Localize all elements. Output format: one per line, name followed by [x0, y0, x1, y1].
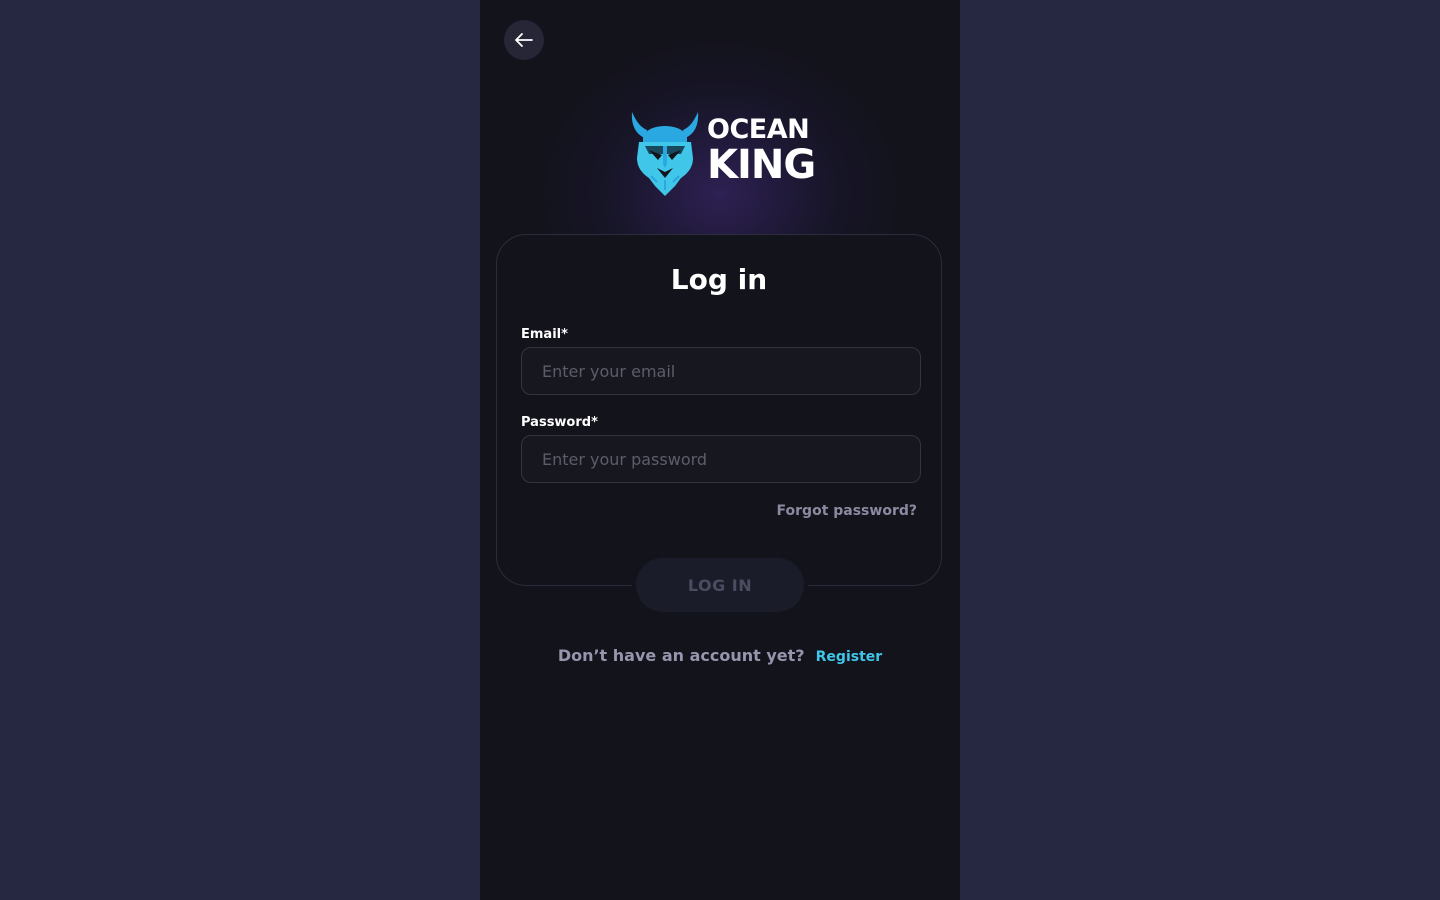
- login-button[interactable]: LOG IN: [636, 558, 804, 612]
- password-label: Password*: [521, 415, 598, 430]
- back-button[interactable]: [504, 20, 544, 60]
- brand-logo: OCEAN KING: [629, 108, 816, 198]
- brand-wordmark: OCEAN KING: [707, 114, 816, 188]
- login-card: Log in Email* Password* Forgot password?: [496, 234, 942, 586]
- page-title: Log in: [670, 263, 768, 296]
- register-link[interactable]: Register: [816, 649, 883, 665]
- register-row: Don’t have an account yet? Register: [480, 646, 960, 665]
- register-prompt: Don’t have an account yet?: [557, 646, 805, 665]
- forgot-password-link[interactable]: Forgot password?: [777, 503, 917, 519]
- app-screen: OCEAN KING Log in Email* Password* Forgo…: [480, 0, 960, 900]
- email-label: Email*: [521, 327, 568, 342]
- brand-name-line2: KING: [707, 142, 816, 188]
- arrow-left-icon: [515, 33, 533, 47]
- email-input[interactable]: [521, 347, 921, 395]
- password-input[interactable]: [521, 435, 921, 483]
- viking-helmet-icon: [631, 112, 699, 196]
- brand-name-line1: OCEAN: [707, 114, 810, 145]
